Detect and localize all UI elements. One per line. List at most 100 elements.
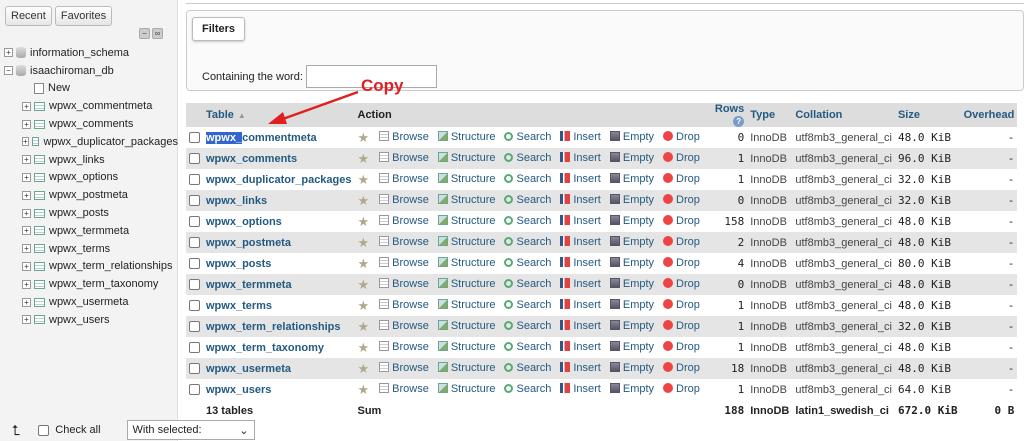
structure-button[interactable]: Structure xyxy=(437,214,495,227)
header-table[interactable]: Table ▲ xyxy=(203,103,355,127)
empty-button[interactable]: Empty xyxy=(609,298,654,311)
tree-item-label[interactable]: wpwx_options xyxy=(49,171,118,183)
table-name-link[interactable]: wpwx_options xyxy=(206,216,282,228)
empty-button[interactable]: Empty xyxy=(609,172,654,185)
star-icon[interactable]: ★ xyxy=(358,361,370,376)
empty-button[interactable]: Empty xyxy=(609,151,654,164)
structure-button[interactable]: Structure xyxy=(437,172,495,185)
structure-button[interactable]: Structure xyxy=(437,277,495,290)
tree-item[interactable]: + wpwx_usermeta xyxy=(4,293,178,311)
structure-button[interactable]: Structure xyxy=(437,319,495,332)
search-button[interactable]: Search xyxy=(504,236,551,248)
tree-item[interactable]: + wpwx_termmeta xyxy=(4,222,178,240)
browse-button[interactable]: Browse xyxy=(379,319,429,332)
table-name-link[interactable]: wpwx_term_relationships xyxy=(206,321,341,333)
empty-button[interactable]: Empty xyxy=(609,256,654,269)
empty-button[interactable]: Empty xyxy=(609,235,654,248)
tree-item[interactable]: + information_schema xyxy=(4,44,178,62)
row-checkbox[interactable] xyxy=(189,258,200,270)
size[interactable]: 96.0 KiB xyxy=(894,148,961,169)
search-button[interactable]: Search xyxy=(504,194,551,206)
star-icon[interactable]: ★ xyxy=(358,151,370,166)
row-checkbox[interactable] xyxy=(189,237,200,249)
drop-button[interactable]: Drop xyxy=(663,382,700,395)
header-overhead[interactable]: Overhead xyxy=(960,103,1018,127)
size[interactable]: 64.0 KiB xyxy=(894,379,961,400)
size[interactable]: 48.0 KiB xyxy=(894,211,961,232)
size[interactable]: 48.0 KiB xyxy=(894,358,961,379)
header-collation[interactable]: Collation xyxy=(792,103,895,127)
expand-icon[interactable]: + xyxy=(22,101,31,111)
insert-button[interactable]: Insert xyxy=(560,130,601,143)
star-icon[interactable]: ★ xyxy=(358,172,370,187)
expand-icon[interactable]: + xyxy=(4,48,13,58)
browse-button[interactable]: Browse xyxy=(379,151,429,164)
tree-item-label[interactable]: wpwx_terms xyxy=(49,243,110,255)
structure-button[interactable]: Structure xyxy=(437,151,495,164)
row-checkbox[interactable] xyxy=(189,321,200,333)
structure-button[interactable]: Structure xyxy=(437,340,495,353)
drop-button[interactable]: Drop xyxy=(663,319,700,332)
tree-item[interactable]: + wpwx_users xyxy=(4,311,178,329)
table-name-link[interactable]: wpwx_term_taxonomy xyxy=(206,342,324,354)
browse-button[interactable]: Browse xyxy=(379,214,429,227)
tree-item-label[interactable]: wpwx_usermeta xyxy=(49,296,128,308)
search-button[interactable]: Search xyxy=(504,152,551,164)
insert-button[interactable]: Insert xyxy=(560,172,601,185)
browse-button[interactable]: Browse xyxy=(379,340,429,353)
size[interactable]: 32.0 KiB xyxy=(894,316,961,337)
star-icon[interactable]: ★ xyxy=(358,214,370,229)
help-icon[interactable]: ? xyxy=(733,116,745,127)
structure-button[interactable]: Structure xyxy=(437,193,495,206)
tree-item-label[interactable]: wpwx_duplicator_packages xyxy=(43,136,178,148)
empty-button[interactable]: Empty xyxy=(609,193,654,206)
insert-button[interactable]: Insert xyxy=(560,361,601,374)
table-name-link[interactable]: wpwx_users xyxy=(206,384,271,396)
tree-item[interactable]: +New xyxy=(4,80,178,98)
expand-icon[interactable]: + xyxy=(22,208,31,218)
star-icon[interactable]: ★ xyxy=(358,130,370,145)
search-button[interactable]: Search xyxy=(504,341,551,353)
tree-item[interactable]: − isaachiroman_db xyxy=(4,62,178,80)
insert-button[interactable]: Insert xyxy=(560,214,601,227)
tree-item-label[interactable]: wpwx_postmeta xyxy=(49,189,128,201)
tree-item-label[interactable]: wpwx_termmeta xyxy=(49,225,129,237)
table-name-link[interactable]: wpwx_duplicator_packages xyxy=(206,174,352,186)
expand-icon[interactable]: + xyxy=(22,261,31,271)
drop-button[interactable]: Drop xyxy=(663,298,700,311)
structure-button[interactable]: Structure xyxy=(437,298,495,311)
drop-button[interactable]: Drop xyxy=(663,214,700,227)
tree-item-label[interactable]: New xyxy=(48,82,70,94)
size[interactable]: 32.0 KiB xyxy=(894,190,961,211)
tree-item[interactable]: + wpwx_term_taxonomy xyxy=(4,275,178,293)
tree-item-label[interactable]: wpwx_users xyxy=(49,314,110,326)
insert-button[interactable]: Insert xyxy=(560,298,601,311)
tree-item-label[interactable]: wpwx_term_taxonomy xyxy=(49,278,158,290)
tree-item-label[interactable]: wpwx_links xyxy=(49,154,105,166)
with-selected-select[interactable]: With selected: ⌄ xyxy=(126,420,255,440)
expand-icon[interactable]: + xyxy=(22,297,31,307)
size[interactable]: 48.0 KiB xyxy=(894,127,961,148)
row-checkbox[interactable] xyxy=(189,300,200,312)
drop-button[interactable]: Drop xyxy=(663,193,700,206)
empty-button[interactable]: Empty xyxy=(609,130,654,143)
search-button[interactable]: Search xyxy=(504,173,551,185)
search-button[interactable]: Search xyxy=(504,383,551,395)
expand-icon[interactable]: + xyxy=(22,155,31,165)
structure-button[interactable]: Structure xyxy=(437,382,495,395)
star-icon[interactable]: ★ xyxy=(358,256,370,271)
search-button[interactable]: Search xyxy=(504,131,551,143)
tree-item-label[interactable]: wpwx_posts xyxy=(49,207,109,219)
drop-button[interactable]: Drop xyxy=(663,130,700,143)
insert-button[interactable]: Insert xyxy=(560,193,601,206)
header-rows[interactable]: Rows? xyxy=(711,103,748,127)
tree-item[interactable]: + wpwx_commentmeta xyxy=(4,97,178,115)
table-name-link[interactable]: wpwx_termmeta xyxy=(206,279,292,291)
tree-item[interactable]: + wpwx_options xyxy=(4,169,178,187)
star-icon[interactable]: ★ xyxy=(358,382,370,397)
check-all-label[interactable]: Check all xyxy=(55,424,100,436)
expand-icon[interactable]: + xyxy=(22,172,31,182)
empty-button[interactable]: Empty xyxy=(609,319,654,332)
row-checkbox[interactable] xyxy=(189,132,200,144)
search-button[interactable]: Search xyxy=(504,362,551,374)
